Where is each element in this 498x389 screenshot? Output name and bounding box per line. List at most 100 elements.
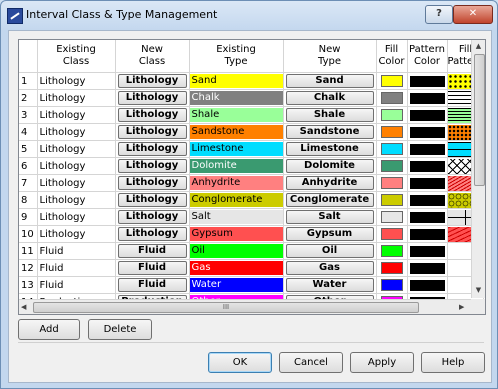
vertical-scroll-thumb[interactable]: [474, 54, 485, 186]
table-row[interactable]: 1 Lithology Lithology Sand Sand: [19, 72, 485, 90]
new-class-button[interactable]: Fluid: [117, 278, 187, 292]
pattern-color-swatch[interactable]: [409, 211, 445, 223]
column-header[interactable]: New Type: [283, 40, 377, 73]
new-class-button[interactable]: Lithology: [117, 210, 187, 224]
column-header[interactable]: [19, 40, 38, 73]
new-class-button[interactable]: Lithology: [117, 108, 187, 122]
scroll-down-icon[interactable]: ▼: [474, 286, 483, 294]
row-number[interactable]: 13: [19, 276, 38, 294]
horizontal-scroll-thumb[interactable]: III: [33, 302, 419, 313]
row-number[interactable]: 1: [19, 72, 38, 90]
new-class-button[interactable]: Lithology: [117, 142, 187, 156]
vertical-scrollbar[interactable]: ▲ ▼: [471, 40, 485, 298]
pattern-color-swatch[interactable]: [409, 75, 445, 87]
pattern-color-swatch[interactable]: [409, 245, 445, 257]
help-button[interactable]: Help: [421, 352, 485, 373]
delete-button[interactable]: Delete: [88, 319, 152, 340]
new-class-button[interactable]: Lithology: [117, 91, 187, 105]
pattern-color-swatch[interactable]: [409, 262, 445, 274]
new-type-button[interactable]: Salt: [285, 210, 374, 224]
new-type-button[interactable]: Dolomite: [285, 159, 374, 173]
title-help-button[interactable]: ?: [425, 5, 453, 24]
new-type-button[interactable]: Anhydrite: [285, 176, 374, 190]
title-bar[interactable]: Interval Class & Type Management ? ✕: [1, 1, 497, 29]
row-number[interactable]: 12: [19, 259, 38, 277]
cancel-button[interactable]: Cancel: [279, 352, 343, 373]
row-number[interactable]: 8: [19, 191, 38, 209]
table-row[interactable]: 8 Lithology Lithology Conglomerate Conglomer…: [19, 191, 485, 209]
new-type-button[interactable]: Chalk: [285, 91, 374, 105]
row-number[interactable]: 6: [19, 157, 38, 175]
pattern-color-swatch[interactable]: [409, 160, 445, 172]
new-type-button[interactable]: Limestone: [285, 142, 374, 156]
pattern-color-swatch[interactable]: [409, 109, 445, 121]
new-class-button[interactable]: Lithology: [117, 176, 187, 190]
pattern-color-swatch[interactable]: [409, 279, 445, 291]
table-row[interactable]: 10 Lithology Lithology Gypsum Gypsum: [19, 225, 485, 243]
fill-color-swatch[interactable]: [380, 177, 403, 189]
fill-color-swatch[interactable]: [380, 75, 403, 87]
fill-color-swatch[interactable]: [380, 143, 403, 155]
new-class-button[interactable]: Lithology: [117, 193, 187, 207]
new-class-button[interactable]: Lithology: [117, 227, 187, 241]
table-row[interactable]: 12 Fluid Fluid Gas Gas: [19, 259, 485, 277]
fill-color-swatch[interactable]: [380, 228, 403, 240]
scroll-left-icon[interactable]: ◀: [21, 303, 26, 311]
fill-color-swatch[interactable]: [380, 126, 403, 138]
pattern-color-swatch[interactable]: [409, 194, 445, 206]
new-class-button[interactable]: Lithology: [117, 74, 187, 88]
fill-color-swatch[interactable]: [380, 92, 403, 104]
apply-button[interactable]: Apply: [350, 352, 414, 373]
column-header[interactable]: Existing Type: [189, 40, 284, 73]
row-number[interactable]: 5: [19, 140, 38, 158]
pattern-color-swatch[interactable]: [409, 177, 445, 189]
new-class-button[interactable]: Lithology: [117, 125, 187, 139]
fill-color-swatch[interactable]: [380, 194, 403, 206]
row-number[interactable]: 10: [19, 225, 38, 243]
row-number[interactable]: 4: [19, 123, 38, 141]
fill-color-swatch[interactable]: [380, 211, 403, 223]
column-header[interactable]: New Class: [115, 40, 190, 73]
row-number[interactable]: 7: [19, 174, 38, 192]
table-row[interactable]: 3 Lithology Lithology Shale Shale: [19, 106, 485, 124]
table-row[interactable]: 13 Fluid Fluid Water Water: [19, 276, 485, 294]
row-number[interactable]: 9: [19, 208, 38, 226]
fill-color-swatch[interactable]: [380, 279, 403, 291]
column-header[interactable]: Pattern Color: [407, 40, 448, 73]
new-type-button[interactable]: Conglomerate: [285, 193, 374, 207]
new-type-button[interactable]: Shale: [285, 108, 374, 122]
table-row[interactable]: 2 Lithology Lithology Chalk Chalk: [19, 89, 485, 107]
row-number[interactable]: 3: [19, 106, 38, 124]
new-type-button[interactable]: Water: [285, 278, 374, 292]
scroll-up-icon[interactable]: ▲: [474, 42, 483, 50]
ok-button[interactable]: OK: [208, 352, 272, 373]
fill-color-swatch[interactable]: [380, 245, 403, 257]
table-row[interactable]: 6 Lithology Lithology Dolomite Dolomite: [19, 157, 485, 175]
pattern-color-swatch[interactable]: [409, 126, 445, 138]
fill-color-swatch[interactable]: [380, 109, 403, 121]
add-button[interactable]: Add: [18, 319, 80, 340]
fill-color-swatch[interactable]: [380, 160, 403, 172]
table-row[interactable]: 11 Fluid Fluid Oil Oil: [19, 242, 485, 260]
new-type-button[interactable]: Sand: [285, 74, 374, 88]
column-header[interactable]: Existing Class: [37, 40, 116, 73]
close-button[interactable]: ✕: [453, 5, 493, 24]
table-row[interactable]: 9 Lithology Lithology Salt Salt: [19, 208, 485, 226]
new-class-button[interactable]: Fluid: [117, 261, 187, 275]
table-row[interactable]: 7 Lithology Lithology Anhydrite Anhydrite: [19, 174, 485, 192]
fill-color-swatch[interactable]: [380, 262, 403, 274]
table-row[interactable]: 5 Lithology Lithology Limestone Limestone: [19, 140, 485, 158]
column-header[interactable]: Fill Color: [376, 40, 408, 73]
pattern-color-swatch[interactable]: [409, 92, 445, 104]
scroll-right-icon[interactable]: ▶: [459, 303, 464, 311]
new-type-button[interactable]: Sandstone: [285, 125, 374, 139]
new-type-button[interactable]: Gas: [285, 261, 374, 275]
pattern-color-swatch[interactable]: [409, 228, 445, 240]
row-number[interactable]: 2: [19, 89, 38, 107]
new-type-button[interactable]: Gypsum: [285, 227, 374, 241]
new-type-button[interactable]: Oil: [285, 244, 374, 258]
horizontal-scrollbar[interactable]: ◀ III ▶: [19, 299, 471, 314]
row-number[interactable]: 11: [19, 242, 38, 260]
pattern-color-swatch[interactable]: [409, 143, 445, 155]
new-class-button[interactable]: Lithology: [117, 159, 187, 173]
